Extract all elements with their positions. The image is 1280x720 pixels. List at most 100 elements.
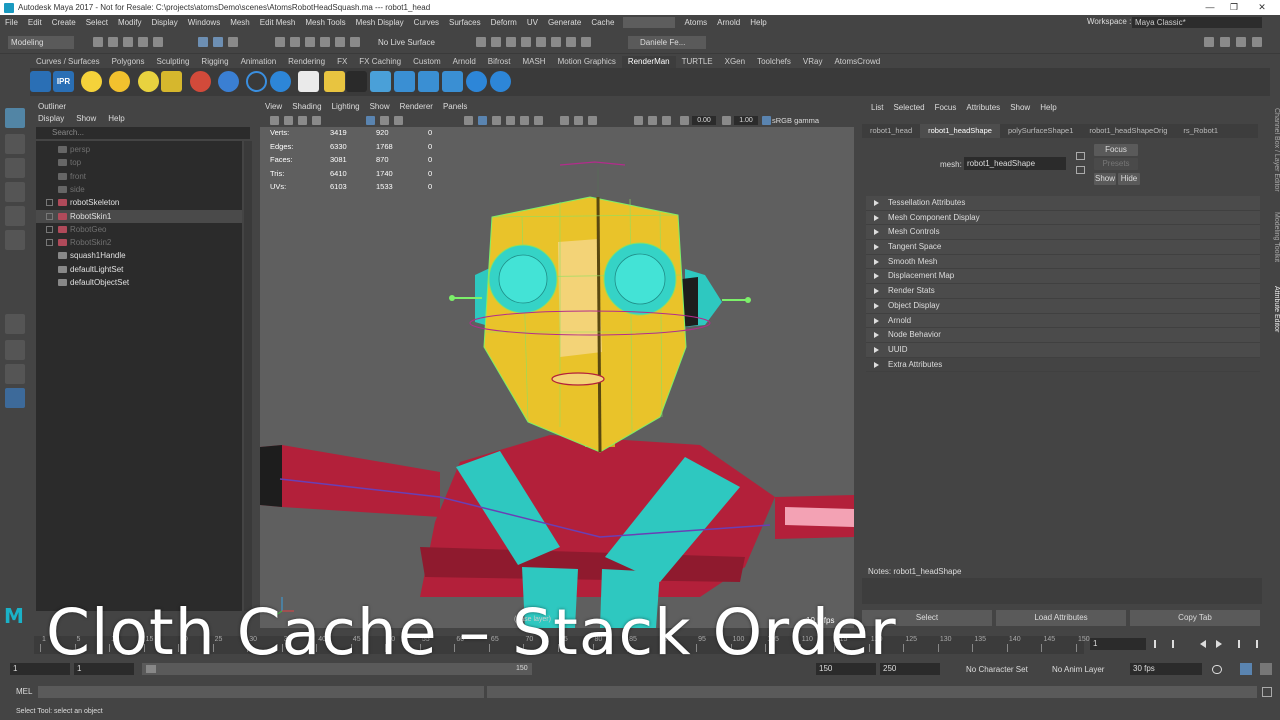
exposure-field[interactable]: 0.00 [692,116,716,125]
resolution-gate-icon[interactable] [394,116,403,125]
outliner-row[interactable]: RobotSkin2 [36,236,242,249]
menu-generate[interactable]: Generate [543,15,586,30]
load-attributes-button[interactable]: Load Attributes [996,610,1126,626]
workspace-select[interactable]: Maya Classic* [1132,17,1262,28]
ipr-render-icon[interactable] [536,37,546,47]
ae-menu-show[interactable]: Show [1005,102,1035,114]
make-live-icon[interactable] [350,37,360,47]
shelf-tab-atomscrowd[interactable]: AtomsCrowd [828,56,886,68]
info-icon[interactable] [270,71,291,92]
open-scene-icon[interactable] [108,37,118,47]
modeling-toolkit-icon[interactable] [1204,37,1214,47]
shelf-tab-animation[interactable]: Animation [235,56,283,68]
select-by-hierarchy-icon[interactable] [198,37,208,47]
attribute-editor-toggle-icon[interactable] [1220,37,1230,47]
go-to-output-icon[interactable] [1076,166,1085,174]
menu-mesh-display[interactable]: Mesh Display [351,15,409,30]
section-uuid[interactable]: UUID [866,342,1260,358]
eye-icon[interactable] [298,71,319,92]
vtab-attribute-editor[interactable]: Attribute Editor [1268,286,1280,332]
anim-prefs-icon[interactable] [1260,663,1272,675]
image-plane-icon[interactable] [312,116,321,125]
outliner-layout-icon[interactable] [5,388,25,408]
menu-uv[interactable]: UV [522,15,543,30]
ring-shader-icon[interactable] [246,71,267,92]
menu-mesh-tools[interactable]: Mesh Tools [300,15,350,30]
output-lines-icon[interactable] [491,37,501,47]
camera-select-icon[interactable] [270,116,279,125]
light-bulb-icon[interactable] [81,71,102,92]
ae-menu-help[interactable]: Help [1035,102,1061,114]
copy-tab-button[interactable]: Copy Tab [1130,610,1260,626]
textured-icon[interactable] [506,116,515,125]
snap-grid-icon[interactable] [275,37,285,47]
ae-menu-list[interactable]: List [866,102,888,114]
xray-icon[interactable] [648,116,657,125]
ae-tab-polysurfaceshape1[interactable]: polySurfaceShape1 [1000,124,1081,138]
snap-point-icon[interactable] [305,37,315,47]
select-by-component-icon[interactable] [228,37,238,47]
shelf-tab-custom[interactable]: Custom [407,56,447,68]
shelf-tab-mash[interactable]: MASH [516,56,551,68]
anti-aliasing-icon[interactable] [588,116,597,125]
ae-menu-attributes[interactable]: Attributes [961,102,1005,114]
render-settings-icon[interactable] [551,37,561,47]
scene-3d-view[interactable]: (base layer) [260,127,854,628]
section-displacement-map[interactable]: Displacement Map [866,269,1260,285]
play-forward-icon[interactable] [1216,640,1222,648]
viewport-menu-show[interactable]: Show [365,100,395,114]
section-render-stats[interactable]: Render Stats [866,284,1260,299]
shelf-tab-rigging[interactable]: Rigging [195,56,234,68]
move-tool-icon[interactable] [5,182,25,202]
shelf-tab-fx-caching[interactable]: FX Caching [353,56,407,68]
menu-edit[interactable]: Edit [23,15,47,30]
input-lines-icon[interactable] [476,37,486,47]
ae-tab-robot1-headshapeorig[interactable]: robot1_headShapeOrig [1081,124,1175,138]
hypershade-icon[interactable] [566,37,576,47]
select-by-object-icon[interactable] [213,37,223,47]
construction-history-icon[interactable] [506,37,516,47]
color-space-label[interactable]: sRGB gamma [772,116,819,125]
layers-icon[interactable] [442,71,463,92]
pause-viewport-icon[interactable] [581,37,591,47]
section-tessellation-attributes[interactable]: Tessellation Attributes [866,196,1260,211]
outliner-scrollbar[interactable] [244,141,252,611]
hide-button[interactable]: Hide [1118,173,1140,185]
close-button[interactable]: ✕ [1248,0,1276,15]
outliner-row[interactable]: front [36,170,242,183]
viewport-menu-renderer[interactable]: Renderer [395,100,438,114]
single-perspective-layout-icon[interactable] [5,314,25,334]
go-to-start-icon[interactable] [1154,640,1162,648]
outliner-row[interactable]: defaultLightSet [36,263,242,276]
shelf-tab-rendering[interactable]: Rendering [282,56,331,68]
viewport-menu-view[interactable]: View [260,100,287,114]
section-node-behavior[interactable]: Node Behavior [866,328,1260,343]
outliner-row[interactable]: persp [36,143,242,156]
menu-display[interactable]: Display [147,15,183,30]
mel-label[interactable]: MEL [16,687,32,696]
vtab-modeling-toolkit[interactable]: Modeling Toolkit [1268,212,1280,262]
menu-mesh[interactable]: Mesh [225,15,255,30]
shelf-tab-polygons[interactable]: Polygons [106,56,151,68]
viewport-panel[interactable]: View Shading Lighting Show Renderer Pane… [260,100,854,628]
menu-modify[interactable]: Modify [113,15,147,30]
outliner-row[interactable]: top [36,156,242,169]
outliner-menu-display[interactable]: Display [32,113,70,125]
grid-toggle-icon[interactable] [366,116,375,125]
lasso-tool-icon[interactable] [5,134,25,154]
xray-joints-icon[interactable] [662,116,671,125]
channel-box-icon[interactable] [1252,37,1262,47]
shelf-tab-toolchefs[interactable]: Toolchefs [751,56,797,68]
piano-icon[interactable] [346,71,367,92]
side-by-side-layout-icon[interactable] [5,364,25,384]
render-frame-icon[interactable] [521,37,531,47]
gamma-icon[interactable] [722,116,731,125]
shelf-tab-sculpting[interactable]: Sculpting [151,56,196,68]
shelf-tab-renderman[interactable]: RenderMan [621,56,676,68]
user-account-select[interactable]: Daniele Fe... [628,36,706,49]
area-light-icon[interactable] [138,71,159,92]
viewport-menu-shading[interactable]: Shading [287,100,326,114]
shelf-tab-vray[interactable]: VRay [797,56,829,68]
go-to-end-icon[interactable] [1250,640,1258,648]
sun-light-icon[interactable] [109,71,130,92]
